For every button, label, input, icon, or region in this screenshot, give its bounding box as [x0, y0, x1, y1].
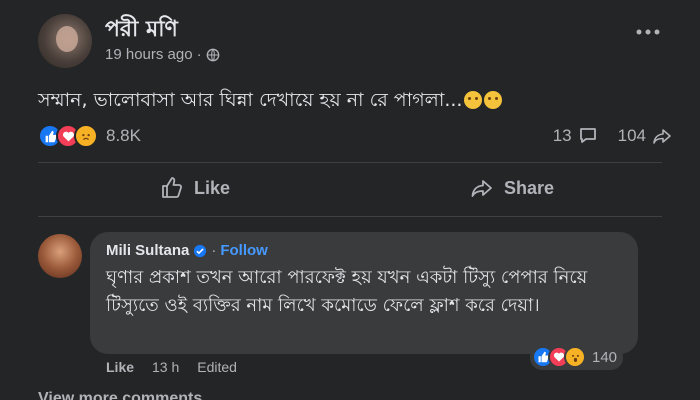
share-outline-icon	[471, 180, 492, 197]
like-outline-icon	[162, 177, 182, 198]
meta-separator: ·	[196, 46, 202, 63]
commenter-name[interactable]: Mili Sultana	[106, 242, 189, 259]
follow-button[interactable]: Follow	[220, 242, 268, 259]
divider-bottom	[38, 216, 662, 217]
like-button-label: Like	[194, 177, 231, 198]
comment-count[interactable]: 13	[553, 126, 572, 146]
comment-like-button[interactable]: Like	[106, 359, 134, 375]
comment-bubble: Mili Sultana · Follow ঘৃণার প্রকাশ তখন আ…	[90, 232, 638, 354]
comment-actions: Like 13 h Edited	[106, 359, 237, 375]
share-button[interactable]: Share	[470, 176, 554, 200]
relieved-emoji-icon	[484, 91, 503, 109]
comment-header: Mili Sultana · Follow	[106, 242, 268, 259]
comment-reactions[interactable]: 140	[530, 344, 624, 370]
post-time[interactable]: 19 hours ago	[105, 46, 193, 63]
commenter-avatar[interactable]	[38, 234, 82, 278]
share-count[interactable]: 104	[618, 126, 646, 146]
reaction-count: 8.8K	[106, 126, 141, 145]
share-button-label: Share	[504, 177, 555, 198]
comment-text: ঘৃণার প্রকাশ তখন আরো পারফেক্ট হয় যখন এক…	[106, 267, 588, 316]
comment-edited-label: Edited	[197, 359, 237, 375]
comment-icon	[579, 128, 596, 143]
post-stats: 13 104	[553, 126, 672, 146]
sad-reaction-icon	[74, 124, 98, 148]
verified-badge-icon	[194, 244, 207, 257]
comment-wow-reaction-icon	[564, 346, 586, 368]
comment-time[interactable]: 13 h	[152, 359, 179, 375]
author-avatar[interactable]	[38, 14, 92, 68]
view-more-comments-link[interactable]: View more comments	[38, 390, 202, 400]
smile-emoji-icon	[464, 91, 483, 109]
like-button[interactable]: Like	[160, 176, 230, 200]
post-text-content: সম্মান, ভালোবাসা আর ঘিন্না দেখায়ে হয় ন…	[38, 89, 463, 111]
divider-top	[38, 162, 662, 163]
facebook-post: পরী মণি 19 hours ago · সম্মান, ভালোবাসা …	[0, 0, 700, 400]
share-icon	[653, 129, 671, 144]
author-name[interactable]: পরী মণি	[105, 12, 178, 49]
comment-reaction-count: 140	[592, 348, 618, 366]
post-meta: 19 hours ago ·	[105, 46, 220, 63]
post-reactions[interactable]: 8.8K	[38, 124, 141, 148]
more-options-icon[interactable]	[636, 28, 660, 36]
globe-icon	[206, 48, 219, 61]
follow-separator: ·	[211, 242, 217, 259]
post-text: সম্মান, ভালোবাসা আর ঘিন্না দেখায়ে হয় ন…	[38, 86, 503, 118]
